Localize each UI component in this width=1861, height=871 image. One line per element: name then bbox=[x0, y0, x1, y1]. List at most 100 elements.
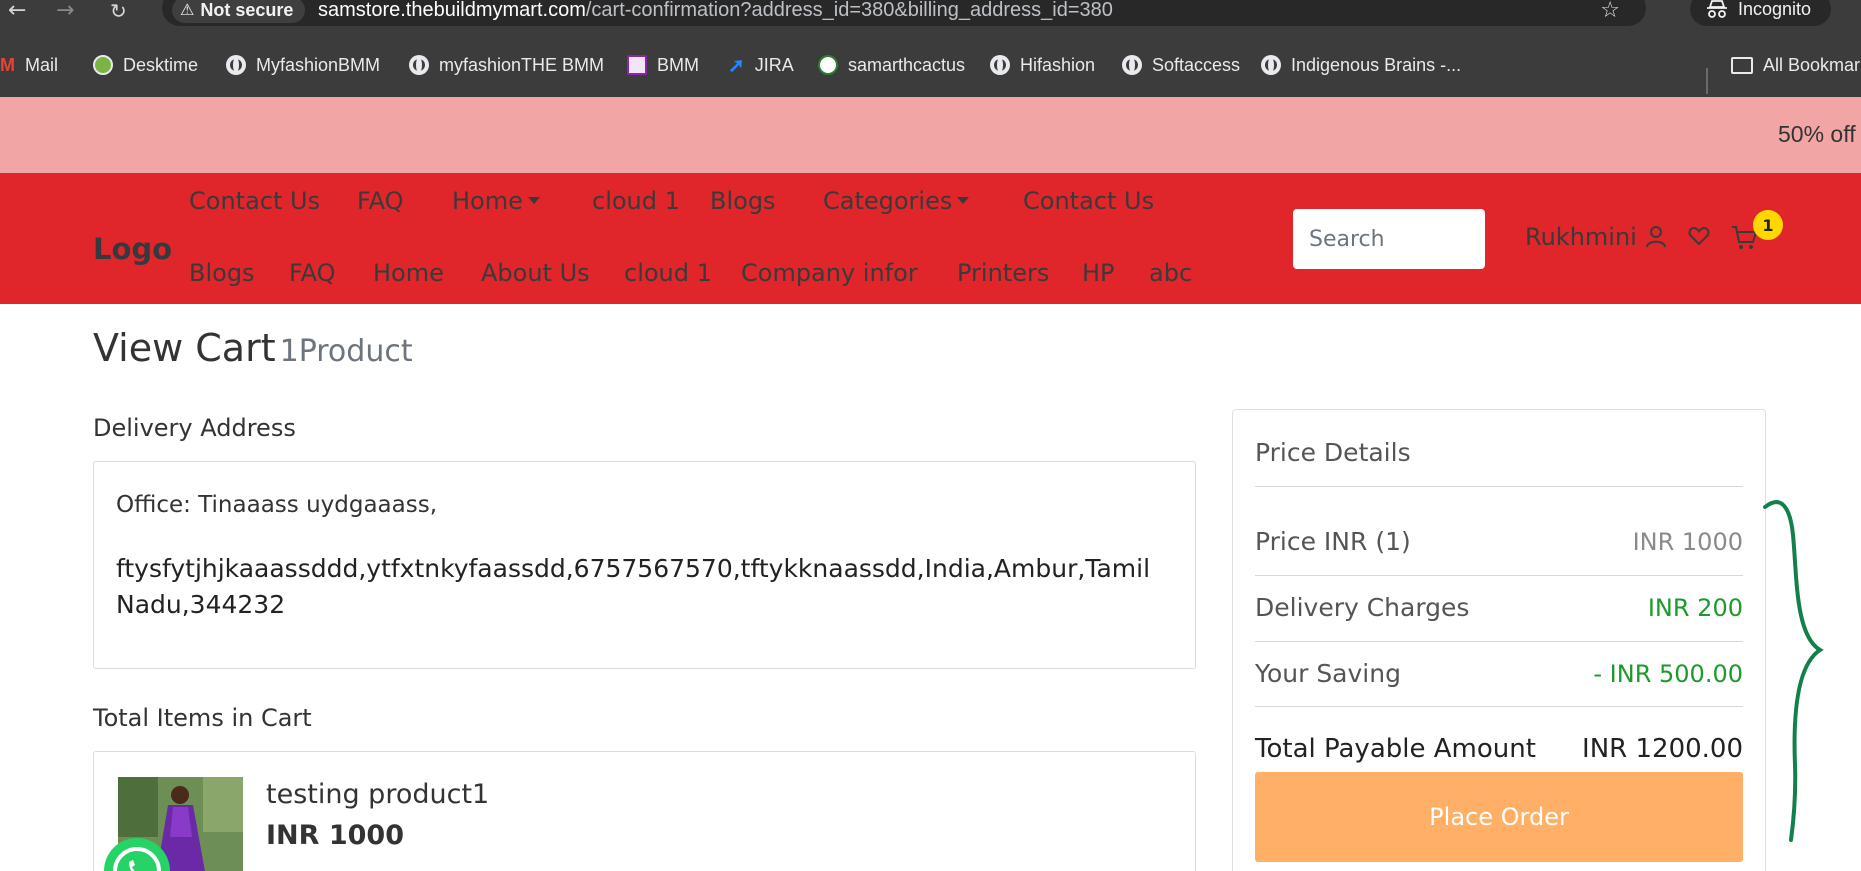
incognito-icon bbox=[1707, 0, 1727, 18]
divider bbox=[1255, 641, 1743, 642]
globe-icon bbox=[990, 55, 1010, 75]
browser-toolbar: ← → ↻ ⚠ Not secure samstore.thebuildmyma… bbox=[0, 0, 1861, 26]
place-order-button[interactable]: Place Order bbox=[1255, 772, 1743, 862]
reload-icon[interactable]: ↻ bbox=[110, 0, 127, 22]
bookmark-myfashion-the-bmm[interactable]: myfashionTHE BMM bbox=[409, 54, 604, 76]
nav-contact-us-2[interactable]: Contact Us bbox=[1023, 187, 1154, 215]
all-bookmarks-label: All Bookmar bbox=[1763, 54, 1861, 75]
nav-contact-us[interactable]: Contact Us bbox=[189, 187, 320, 215]
nav-home-2[interactable]: Home bbox=[373, 259, 444, 287]
bookmark-star-icon[interactable]: ☆ bbox=[1600, 0, 1620, 23]
nav-categories-label: Categories bbox=[823, 187, 953, 215]
product-price: INR 1000 bbox=[266, 820, 404, 851]
nav-faq[interactable]: FAQ bbox=[357, 187, 404, 215]
bookmark-label: Mail bbox=[25, 54, 59, 75]
price-label: Price INR (1) bbox=[1255, 527, 1411, 556]
globe-icon bbox=[1261, 55, 1281, 75]
address-label: Office: Tinaaass uydgaaass, bbox=[116, 492, 438, 518]
nav-printers[interactable]: Printers bbox=[957, 259, 1049, 287]
bookmark-label: Desktime bbox=[123, 54, 199, 75]
divider bbox=[1255, 486, 1743, 487]
nav-hp[interactable]: HP bbox=[1082, 259, 1115, 287]
bookmark-bmm[interactable]: BMM bbox=[627, 54, 699, 76]
total-payable-value: INR 1200.00 bbox=[1582, 734, 1743, 764]
user-name[interactable]: Rukhmini bbox=[1525, 223, 1637, 251]
all-bookmarks[interactable]: All Bookmar bbox=[1731, 54, 1860, 76]
price-details-card: Price Details Price INR (1) INR 1000 Del… bbox=[1232, 409, 1766, 871]
folder-icon bbox=[1731, 56, 1753, 74]
security-chip[interactable]: ⚠ Not secure bbox=[172, 0, 306, 23]
bookmark-label: BMM bbox=[657, 54, 699, 75]
heart-icon[interactable] bbox=[1688, 225, 1710, 251]
your-saving-value: - INR 500.00 bbox=[1593, 660, 1743, 688]
bmm-icon bbox=[627, 55, 647, 75]
whatsapp-chat-button[interactable] bbox=[104, 838, 170, 871]
nav-abc[interactable]: abc bbox=[1149, 259, 1192, 287]
nav-categories-dropdown[interactable]: Categories bbox=[823, 187, 970, 215]
globe-icon bbox=[1122, 55, 1142, 75]
bookmarks-divider bbox=[1706, 68, 1708, 94]
nav-company-info[interactable]: Company infor bbox=[741, 259, 918, 287]
bookmark-label: JIRA bbox=[754, 54, 794, 75]
incognito-label: Incognito bbox=[1738, 0, 1812, 19]
url-path: /cart-confirmation?address_id=380&billin… bbox=[585, 0, 1113, 21]
bookmark-softaccess[interactable]: Softaccess bbox=[1122, 54, 1240, 76]
incognito-indicator[interactable]: Incognito bbox=[1690, 0, 1832, 26]
total-payable-label: Total Payable Amount bbox=[1255, 734, 1536, 764]
url-text[interactable]: samstore.thebuildmymart.com/cart-confirm… bbox=[318, 0, 1113, 22]
warning-triangle-icon: ⚠ bbox=[180, 2, 195, 19]
jira-icon: ➚ bbox=[728, 54, 745, 77]
nav-home-label: Home bbox=[452, 187, 523, 215]
nav-cloud-1-2[interactable]: cloud 1 bbox=[624, 259, 712, 287]
bookmark-myfashionbmm[interactable]: MyfashionBMM bbox=[226, 54, 380, 76]
bookmark-jira[interactable]: ➚ JIRA bbox=[728, 54, 794, 77]
bookmark-label: Softaccess bbox=[1152, 54, 1241, 75]
green-brace-annotation bbox=[1763, 500, 1824, 842]
bookmark-hifashion[interactable]: Hifashion bbox=[990, 54, 1095, 76]
items-heading: Total Items in Cart bbox=[93, 704, 312, 732]
cactus-icon bbox=[818, 55, 838, 75]
bookmark-label: samarthcactus bbox=[848, 54, 966, 75]
nav-about-us[interactable]: About Us bbox=[481, 259, 590, 287]
user-icon[interactable] bbox=[1645, 225, 1667, 253]
back-arrow-icon[interactable]: ← bbox=[8, 0, 26, 22]
divider bbox=[1255, 706, 1743, 707]
bookmarks-bar: M Mail Desktime MyfashionBMM myfashionTH… bbox=[0, 26, 1861, 97]
bookmark-desktime[interactable]: Desktime bbox=[93, 54, 198, 76]
nav-blogs-2[interactable]: Blogs bbox=[189, 259, 255, 287]
bookmark-mail[interactable]: M Mail bbox=[0, 54, 58, 76]
caret-down-icon bbox=[527, 196, 540, 204]
url-host: samstore.thebuildmymart.com bbox=[318, 0, 586, 21]
bookmark-indigenous-brains[interactable]: Indigenous Brains -... bbox=[1261, 54, 1461, 76]
bookmark-samarthcactus[interactable]: samarthcactus bbox=[818, 54, 965, 76]
whatsapp-icon bbox=[113, 847, 161, 871]
product-name[interactable]: testing product1 bbox=[266, 779, 489, 810]
forward-arrow-icon[interactable]: → bbox=[56, 0, 74, 22]
bookmark-label: Hifashion bbox=[1020, 54, 1096, 75]
globe-icon bbox=[409, 55, 429, 75]
delivery-charges-value: INR 200 bbox=[1647, 594, 1743, 622]
divider bbox=[1255, 575, 1743, 576]
site-header: Logo Contact Us FAQ Home cloud 1 Blogs C… bbox=[0, 173, 1861, 304]
bookmark-label: myfashionTHE BMM bbox=[439, 54, 605, 75]
promo-text: 50% off bbox=[1778, 121, 1856, 147]
address-bar[interactable]: ⚠ Not secure samstore.thebuildmymart.com… bbox=[162, 0, 1646, 26]
nav-blogs[interactable]: Blogs bbox=[710, 187, 776, 215]
address-text: ftysfytjhjkaaassddd,ytfxtnkyfaassdd,6757… bbox=[116, 554, 1151, 619]
price-details-title: Price Details bbox=[1255, 438, 1411, 467]
product-count: 1Product bbox=[279, 334, 413, 369]
caret-down-icon bbox=[957, 196, 970, 204]
site-logo[interactable]: Logo bbox=[93, 232, 172, 266]
globe-icon bbox=[226, 55, 246, 75]
nav-home-dropdown[interactable]: Home bbox=[452, 187, 540, 215]
cart-item-card: testing product1 INR 1000 bbox=[93, 751, 1196, 871]
page-title-text: View Cart bbox=[93, 326, 276, 370]
search-input[interactable] bbox=[1293, 209, 1485, 269]
security-label: Not secure bbox=[200, 0, 294, 20]
delivery-address-heading: Delivery Address bbox=[93, 414, 296, 442]
price-value: INR 1000 bbox=[1632, 528, 1743, 556]
your-saving-label: Your Saving bbox=[1255, 659, 1401, 688]
cart-count-badge: 1 bbox=[1753, 210, 1783, 240]
nav-faq-2[interactable]: FAQ bbox=[289, 259, 336, 287]
nav-cloud-1[interactable]: cloud 1 bbox=[592, 187, 680, 215]
